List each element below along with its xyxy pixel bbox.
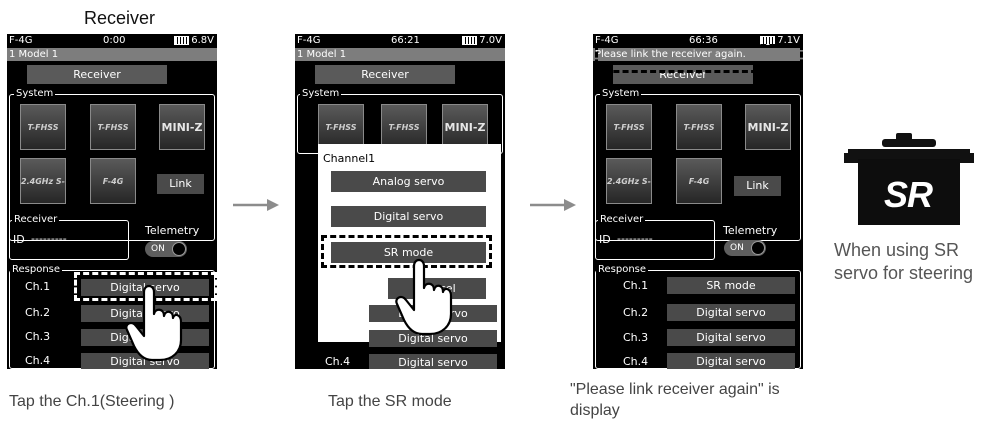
- miniz-logo[interactable]: MINI-Z: [159, 104, 205, 150]
- toggle-label: ON: [730, 243, 744, 253]
- page-title: Receiver: [84, 8, 156, 28]
- tfhss-telemetry-logo[interactable]: T-FHSS: [90, 104, 136, 150]
- ch2-label: Ch.2: [623, 306, 649, 319]
- link-button[interactable]: Link: [734, 176, 781, 196]
- receiver-section: Receiver: [595, 215, 715, 260]
- id-value: ---------: [31, 232, 67, 245]
- system-label: System: [600, 88, 642, 99]
- receiver-section: Receiver: [9, 215, 129, 260]
- toggle-label: ON: [151, 244, 165, 254]
- ch3-button[interactable]: Digital servo: [667, 329, 795, 346]
- telemetry-toggle[interactable]: ON: [145, 241, 187, 257]
- status-bar: F-4G 66:21 7.0V: [295, 34, 505, 48]
- receiver-label: Receiver: [598, 214, 646, 225]
- hand-pointer-icon: [125, 284, 183, 362]
- id-label: ID: [13, 233, 25, 246]
- sfhss-logo[interactable]: 2.4GHz S-FHSS: [606, 158, 652, 204]
- ch1-label: Ch.1: [623, 279, 649, 292]
- tfhss-sr-logo[interactable]: T-FHSS SR: [606, 104, 652, 150]
- link-button[interactable]: Link: [157, 174, 204, 194]
- f4g-logo[interactable]: F-4G: [676, 158, 722, 204]
- tab-receiver[interactable]: Receiver: [27, 65, 167, 84]
- ch4-label: Ch.4: [325, 355, 351, 368]
- screen-step1: F-4G 0:00 6.8V 1 Model 1 Receiver System…: [7, 34, 217, 369]
- transmitter-label: F-4G: [9, 35, 33, 46]
- id-value: ---------: [617, 232, 653, 245]
- caption-step1: Tap the Ch.1(Steering ): [9, 393, 175, 410]
- voltage: 6.8V: [191, 35, 214, 46]
- ch2-label: Ch.2: [325, 306, 351, 319]
- telemetry-label: Telemetry: [723, 224, 778, 237]
- ch3-label: Ch.3: [623, 331, 649, 344]
- digital-servo-button[interactable]: Digital servo: [331, 206, 486, 227]
- transmitter-label: F-4G: [297, 35, 321, 46]
- response-label: Response: [596, 264, 649, 275]
- ch4-button[interactable]: Digital servo: [369, 354, 497, 369]
- popup-title: Channel1: [323, 152, 376, 165]
- arrow-right-icon: [233, 199, 279, 211]
- tfhss-telemetry-logo[interactable]: T-FHSS: [676, 104, 722, 150]
- receiver-label: Receiver: [12, 214, 60, 225]
- toggle-knob: [172, 242, 186, 256]
- voltage: 7.0V: [479, 35, 502, 46]
- analog-servo-button[interactable]: Analog servo: [331, 171, 486, 192]
- ch3-label: Ch.3: [325, 331, 351, 344]
- ch3-label: Ch.3: [25, 330, 51, 343]
- system-label: System: [14, 88, 56, 99]
- hand-pointer-icon: [395, 258, 453, 336]
- model-bar: 1 Model 1: [295, 48, 505, 61]
- ch2-label: Ch.2: [25, 306, 51, 319]
- ch2-button[interactable]: Digital servo: [667, 304, 795, 321]
- arrow-right-icon: [530, 199, 576, 211]
- battery-icon: [462, 35, 478, 45]
- ch1-label: Ch.1: [25, 280, 51, 293]
- ch1-button[interactable]: SR mode: [667, 277, 795, 294]
- caption-step3: "Please link receiver again" is display: [570, 381, 780, 419]
- status-bar: F-4G 0:00 6.8V: [7, 34, 217, 48]
- toggle-knob: [751, 241, 765, 255]
- ch4-button[interactable]: Digital servo: [667, 353, 795, 369]
- caption-step2: Tap the SR mode: [328, 393, 452, 410]
- battery: 6.8V: [174, 34, 214, 48]
- ch4-label: Ch.4: [25, 354, 51, 367]
- id-label: ID: [599, 233, 611, 246]
- servo-caption: When using SR servo for steering: [834, 240, 974, 283]
- ch4-label: Ch.4: [623, 355, 649, 368]
- screen-step3: F-4G 66:36 7.1V Please link the receiver…: [593, 34, 803, 369]
- timer: 66:21: [391, 35, 420, 46]
- response-label: Response: [10, 264, 63, 275]
- f4g-logo[interactable]: F-4G: [90, 158, 136, 204]
- timer: 0:00: [103, 35, 126, 46]
- telemetry-label: Telemetry: [145, 224, 200, 237]
- highlight-message: [595, 44, 803, 73]
- sfhss-logo[interactable]: 2.4GHz S-FHSS: [20, 158, 66, 204]
- battery: 7.0V: [462, 34, 502, 48]
- miniz-logo[interactable]: MINI-Z: [745, 104, 791, 150]
- telemetry-toggle[interactable]: ON: [724, 240, 766, 256]
- model-bar: 1 Model 1: [7, 48, 217, 61]
- tab-receiver[interactable]: Receiver: [315, 65, 455, 84]
- sr-badge: SR: [883, 174, 933, 215]
- battery-icon: [174, 35, 190, 45]
- system-label: System: [300, 88, 342, 99]
- tfhss-sr-logo[interactable]: T-FHSS SR: [20, 104, 66, 150]
